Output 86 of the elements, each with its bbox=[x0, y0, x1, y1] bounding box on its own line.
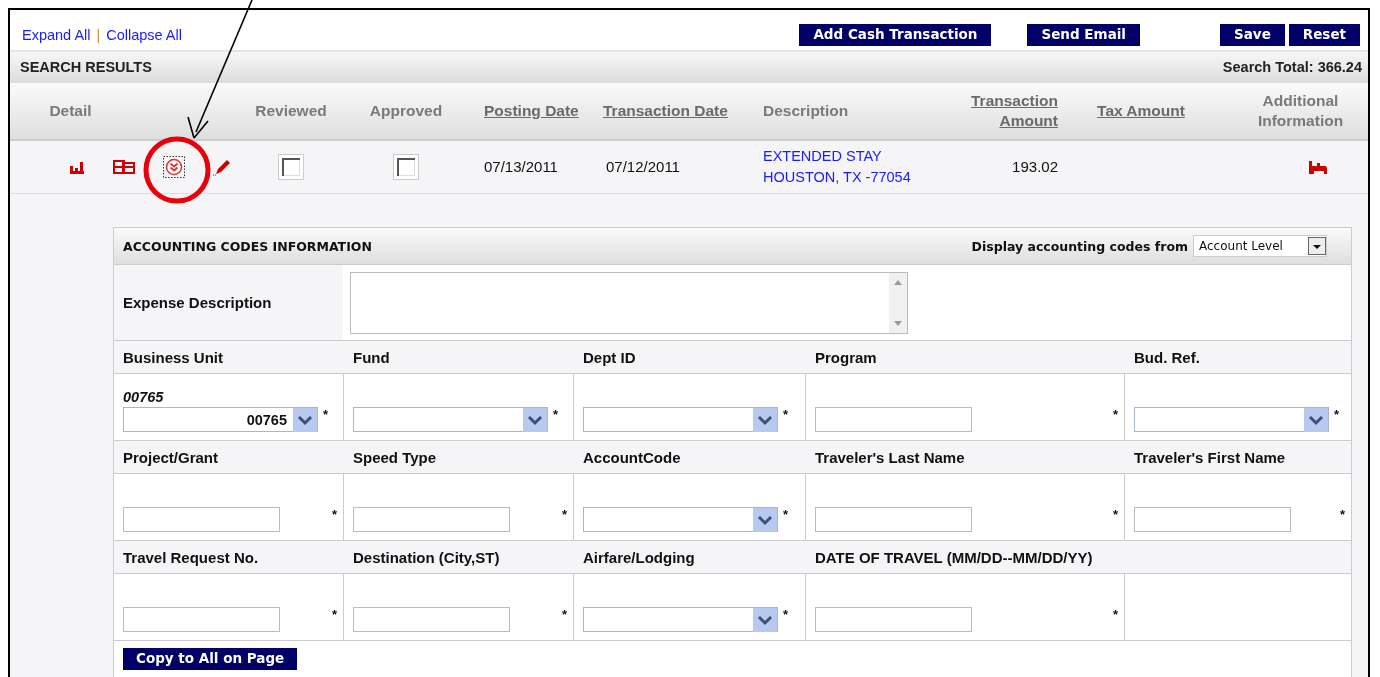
table-cell: 07/13/2011 bbox=[484, 158, 558, 176]
required-mark: * bbox=[331, 507, 337, 522]
column-header[interactable]: Tax Amount bbox=[1097, 100, 1185, 121]
dropdown-field[interactable]: 00765 bbox=[123, 407, 318, 432]
field-label: Traveler's First Name bbox=[1134, 448, 1286, 466]
pencil-icon[interactable] bbox=[213, 157, 231, 176]
field-label: Bud. Ref. bbox=[1134, 348, 1200, 366]
lodging-icon[interactable] bbox=[1308, 158, 1328, 175]
column-header: Additional Information bbox=[1256, 90, 1345, 131]
description-link[interactable]: EXTENDED STAY HOUSTON, TX -77054 bbox=[763, 145, 911, 188]
dropdown-field[interactable] bbox=[353, 407, 548, 432]
expense-description-field[interactable] bbox=[350, 271, 908, 334]
field-label: Airfare/Lodging bbox=[583, 548, 695, 566]
chevron-down-icon[interactable] bbox=[753, 507, 777, 532]
field-label: Project/Grant bbox=[123, 448, 219, 466]
text-field[interactable] bbox=[123, 607, 280, 632]
toolbar-button[interactable]: Save bbox=[1220, 23, 1285, 46]
text-field[interactable] bbox=[815, 507, 972, 532]
dropdown-field[interactable] bbox=[583, 507, 778, 532]
toolbar-button[interactable]: Add Cash Transaction bbox=[799, 23, 992, 46]
section-title: SEARCH RESULTS bbox=[20, 59, 152, 76]
field-label: Expense Description bbox=[123, 294, 272, 311]
required-mark: * bbox=[1112, 607, 1118, 622]
column-header: Description bbox=[763, 100, 849, 121]
field-label: Program bbox=[815, 348, 877, 366]
bar-chart-icon[interactable] bbox=[69, 159, 85, 174]
toolbar-button[interactable]: Reset bbox=[1288, 23, 1360, 46]
column-header[interactable]: Transaction Date bbox=[603, 100, 728, 121]
link-separator: | bbox=[96, 26, 101, 43]
field-label: Display accounting codes from bbox=[971, 238, 1188, 254]
toolbar-button[interactable]: Send Email bbox=[1027, 23, 1140, 46]
text-field[interactable] bbox=[353, 507, 510, 532]
text-field[interactable] bbox=[123, 507, 280, 532]
required-mark: * bbox=[1112, 407, 1118, 422]
required-mark: * bbox=[1339, 507, 1345, 522]
field-label: Destination (City,ST) bbox=[353, 548, 500, 566]
chevron-down-icon[interactable] bbox=[1304, 407, 1328, 432]
expand-icon[interactable] bbox=[163, 155, 185, 178]
field-label: Fund bbox=[353, 348, 390, 366]
column-header: Detail bbox=[49, 100, 92, 121]
field-label: Traveler's Last Name bbox=[815, 448, 965, 466]
chevron-down-icon[interactable] bbox=[753, 607, 777, 632]
toolbar-link[interactable]: Expand All bbox=[22, 26, 91, 43]
required-mark: * bbox=[323, 407, 329, 422]
cards-icon[interactable] bbox=[113, 158, 135, 175]
required-mark: * bbox=[561, 507, 567, 522]
column-header[interactable]: Posting Date bbox=[484, 100, 579, 121]
text-field[interactable] bbox=[353, 607, 510, 632]
required-mark: * bbox=[783, 407, 789, 422]
field-value: 00765 bbox=[123, 389, 165, 405]
field-label: DATE OF TRAVEL (MM/DD--MM/DD/YY) bbox=[815, 548, 1093, 566]
required-mark: * bbox=[1112, 507, 1118, 522]
required-mark: * bbox=[1334, 407, 1340, 422]
text-field[interactable] bbox=[815, 607, 972, 632]
chevron-down-icon[interactable] bbox=[523, 407, 547, 432]
required-mark: * bbox=[783, 507, 789, 522]
field-label: Business Unit bbox=[123, 348, 224, 366]
text-field[interactable] bbox=[815, 407, 972, 432]
column-header: Reviewed bbox=[255, 100, 327, 121]
chevron-down-icon[interactable] bbox=[293, 407, 317, 432]
table-cell: 07/12/2011 bbox=[606, 158, 680, 176]
required-mark: * bbox=[331, 607, 337, 622]
checkbox[interactable] bbox=[394, 154, 418, 179]
highlight-circle bbox=[143, 136, 211, 204]
required-mark: * bbox=[561, 607, 567, 622]
panel-title: ACCOUNTING CODES INFORMATION bbox=[123, 238, 372, 254]
field-label: Dept ID bbox=[583, 348, 636, 366]
dropdown-field[interactable] bbox=[583, 607, 778, 632]
required-mark: * bbox=[783, 607, 789, 622]
column-header: Approved bbox=[369, 100, 443, 121]
search-total: Search Total: 366.24 bbox=[1222, 59, 1362, 76]
text-field[interactable] bbox=[1134, 507, 1291, 532]
column-header[interactable]: Transaction Amount bbox=[931, 90, 1058, 131]
table-cell: 193.02 bbox=[1012, 158, 1058, 176]
dropdown-field[interactable] bbox=[583, 407, 778, 432]
required-mark: * bbox=[553, 407, 559, 422]
toolbar-link[interactable]: Collapse All bbox=[106, 26, 182, 43]
checkbox[interactable] bbox=[279, 154, 303, 179]
field-label: AccountCode bbox=[583, 448, 681, 466]
field-label: Travel Request No. bbox=[123, 548, 259, 566]
field-label: Speed Type bbox=[353, 448, 437, 466]
source-select[interactable]: Account Level bbox=[1193, 235, 1327, 257]
scrollbar-icon[interactable] bbox=[889, 272, 907, 333]
chevron-down-icon[interactable] bbox=[753, 407, 777, 432]
copy-to-all-button[interactable]: Copy to All on Page bbox=[123, 648, 298, 670]
dropdown-field[interactable] bbox=[1134, 407, 1329, 432]
